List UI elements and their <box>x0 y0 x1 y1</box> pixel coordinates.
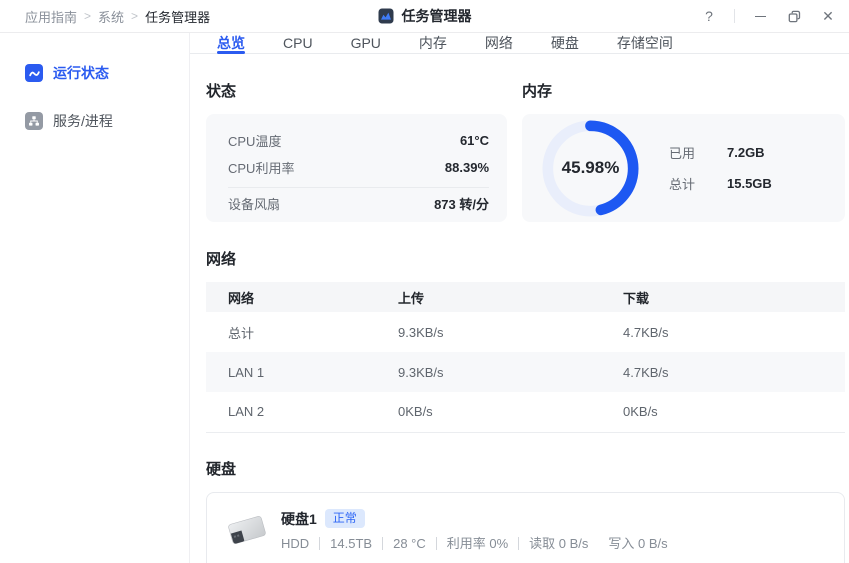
cpu-usage-value: 88.39% <box>445 160 489 175</box>
sidebar: 运行状态 服务/进程 <box>0 33 190 563</box>
network-name: 总计 <box>206 312 398 352</box>
memory-used-label: 已用 <box>669 143 727 162</box>
hard-drive-icon <box>225 511 269 554</box>
tab-overview[interactable]: 总览 <box>217 33 245 53</box>
table-row-lan2: LAN 2 0KB/s 0KB/s <box>206 392 845 432</box>
disk-usage: 利用率 0% <box>436 537 508 550</box>
breadcrumb-app-guide[interactable]: 应用指南 <box>25 7 77 26</box>
tab-cpu[interactable]: CPU <box>283 33 313 53</box>
tab-bar: 总览 CPU GPU 内存 网络 硬盘 存储空间 <box>190 33 849 54</box>
breadcrumb: 应用指南 > 系统 > 任务管理器 <box>0 7 210 26</box>
memory-donut-chart: 45.98% <box>542 120 639 217</box>
cpu-temp-label: CPU温度 <box>228 131 281 150</box>
help-icon[interactable]: ? <box>700 7 718 25</box>
memory-used-row: 已用 7.2GB <box>669 143 772 162</box>
memory-total-row: 总计 15.5GB <box>669 174 772 193</box>
sidebar-item-running-status[interactable]: 运行状态 <box>0 58 189 88</box>
cpu-temp-value: 61°C <box>460 133 489 148</box>
close-icon[interactable]: ✕ <box>819 7 837 25</box>
sidebar-item-label: 运行状态 <box>53 63 109 83</box>
app-icon <box>378 8 394 24</box>
cpu-temp-row: CPU温度 61°C <box>228 127 489 154</box>
controls-divider <box>734 9 735 23</box>
processes-icon <box>25 112 43 130</box>
minimize-icon[interactable] <box>751 7 769 25</box>
status-section-heading: 状态 <box>206 80 507 101</box>
network-table: 网络 上传 下载 总计 9.3KB/s 4.7KB/s LAN 1 <box>206 282 845 433</box>
disk-card: 硬盘1 正常 HDD 14.5TB 28 °C 利用率 0% 读取 0 B/s … <box>206 492 845 563</box>
device-fan-label: 设备风扇 <box>228 194 280 213</box>
download-col-header: 下载 <box>623 282 845 312</box>
disk-read-speed: 读取 0 B/s <box>518 537 588 550</box>
breadcrumb-separator: > <box>131 9 138 23</box>
tab-network[interactable]: 网络 <box>485 33 513 53</box>
disk-capacity: 14.5TB <box>319 537 372 550</box>
breadcrumb-system[interactable]: 系统 <box>98 7 124 26</box>
disk-section-heading: 硬盘 <box>206 458 845 479</box>
disk-info: 硬盘1 正常 HDD 14.5TB 28 °C 利用率 0% 读取 0 B/s … <box>281 509 668 550</box>
tab-disk[interactable]: 硬盘 <box>551 33 579 53</box>
download-value: 4.7KB/s <box>623 312 845 352</box>
disk-temperature: 28 °C <box>382 537 426 550</box>
table-row-lan1: LAN 1 9.3KB/s 4.7KB/s <box>206 352 845 392</box>
network-col-header: 网络 <box>206 282 398 312</box>
memory-total-value: 15.5GB <box>727 176 772 191</box>
device-fan-row: 设备风扇 873 转/分 <box>228 190 489 217</box>
tab-gpu[interactable]: GPU <box>351 33 381 53</box>
memory-card: 45.98% 已用 7.2GB 总计 15.5GB <box>522 114 845 222</box>
memory-percent-label: 45.98% <box>542 120 639 217</box>
memory-used-value: 7.2GB <box>727 145 765 160</box>
network-name: LAN 2 <box>206 392 398 432</box>
memory-total-label: 总计 <box>669 174 727 193</box>
download-value: 0KB/s <box>623 392 845 432</box>
sidebar-item-services-processes[interactable]: 服务/进程 <box>0 106 189 136</box>
disk-type: HDD <box>281 537 309 550</box>
cpu-usage-label: CPU利用率 <box>228 158 294 177</box>
memory-section-heading: 内存 <box>522 80 845 101</box>
sidebar-item-label: 服务/进程 <box>53 111 113 131</box>
device-fan-value: 873 转/分 <box>434 194 489 213</box>
download-value: 4.7KB/s <box>623 352 845 392</box>
memory-legend: 已用 7.2GB 总计 15.5GB <box>669 143 772 193</box>
network-name: LAN 1 <box>206 352 398 392</box>
network-table-header: 网络 上传 下载 <box>206 282 845 312</box>
upload-col-header: 上传 <box>398 282 623 312</box>
upload-value: 9.3KB/s <box>398 352 623 392</box>
upload-value: 9.3KB/s <box>398 312 623 352</box>
status-badge: 正常 <box>325 509 365 528</box>
breadcrumb-current-page: 任务管理器 <box>145 7 210 26</box>
tab-memory[interactable]: 内存 <box>419 33 447 53</box>
window-title-text: 任务管理器 <box>402 6 472 26</box>
status-card: CPU温度 61°C CPU利用率 88.39% 设备风扇 873 转/分 <box>206 114 507 222</box>
status-divider <box>228 187 489 188</box>
network-section-heading: 网络 <box>206 248 845 269</box>
restore-icon[interactable] <box>785 7 803 25</box>
title-bar: 应用指南 > 系统 > 任务管理器 任务管理器 ? ✕ <box>0 0 849 33</box>
tab-storage-space[interactable]: 存储空间 <box>617 33 673 53</box>
disk-name: 硬盘1 <box>281 509 317 529</box>
breadcrumb-separator: > <box>84 9 91 23</box>
cpu-usage-row: CPU利用率 88.39% <box>228 154 489 181</box>
disk-specs: HDD 14.5TB 28 °C 利用率 0% 读取 0 B/s 写入 0 B/… <box>281 537 668 550</box>
table-row-total: 总计 9.3KB/s 4.7KB/s <box>206 312 845 352</box>
disk-write-speed: 写入 0 B/s <box>598 537 667 550</box>
window-controls: ? ✕ <box>700 7 849 25</box>
activity-icon <box>25 64 43 82</box>
upload-value: 0KB/s <box>398 392 623 432</box>
